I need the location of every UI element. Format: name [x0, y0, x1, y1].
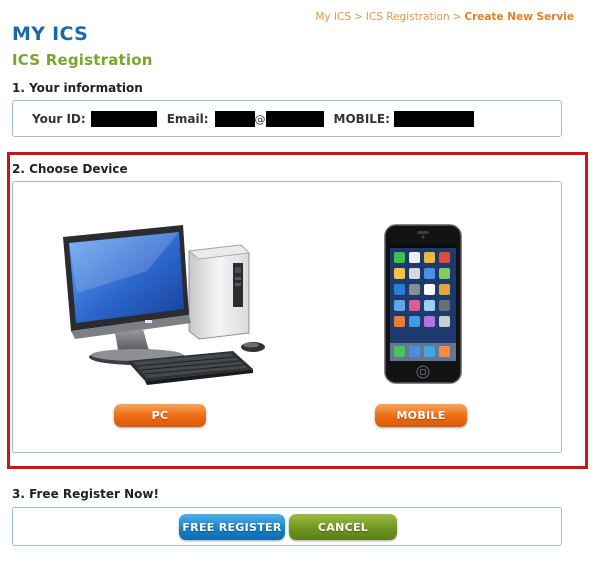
section-heading-choose-device: 2. Choose Device: [12, 162, 128, 176]
breadcrumb-link-ics-registration[interactable]: ICS Registration: [366, 11, 450, 23]
breadcrumb: My ICS > ICS Registration > Create New Servi…: [315, 11, 574, 23]
breadcrumb-separator: >: [452, 11, 462, 23]
pc-button[interactable]: PC: [114, 404, 206, 427]
free-register-button[interactable]: FREE REGISTER: [179, 514, 285, 540]
cancel-button[interactable]: CANCEL: [289, 514, 397, 540]
breadcrumb-current: Create New Servie: [464, 11, 574, 23]
user-id-label: Your ID:: [32, 112, 86, 126]
smartphone-image[interactable]: [384, 224, 462, 384]
desktop-computer-image[interactable]: [57, 223, 273, 391]
choose-device-box: PC MOBILE: [12, 181, 562, 453]
user-id-redacted: [90, 111, 157, 127]
email-label: Email:: [166, 112, 209, 126]
mobile-label: MOBILE:: [333, 112, 390, 126]
section-heading-your-information: 1. Your information: [12, 81, 143, 95]
free-register-box: FREE REGISTER CANCEL: [12, 507, 562, 546]
page-subtitle: ICS Registration: [12, 51, 153, 69]
mobile-button[interactable]: MOBILE: [375, 404, 467, 427]
page-title: MY ICS: [12, 23, 89, 45]
mobile-number-redacted: [393, 111, 474, 127]
email-user-redacted: [214, 111, 255, 127]
email-at-sign: @: [254, 112, 266, 126]
your-information-box: Your ID: Email: @ MOBILE:: [12, 100, 562, 137]
user-info-row: Your ID: Email: @ MOBILE:: [32, 111, 474, 127]
breadcrumb-link-my-ics[interactable]: My ICS: [315, 11, 351, 23]
breadcrumb-separator: >: [354, 11, 363, 23]
section-heading-free-register: 3. Free Register Now!: [12, 487, 159, 501]
email-domain-redacted: [265, 111, 324, 127]
